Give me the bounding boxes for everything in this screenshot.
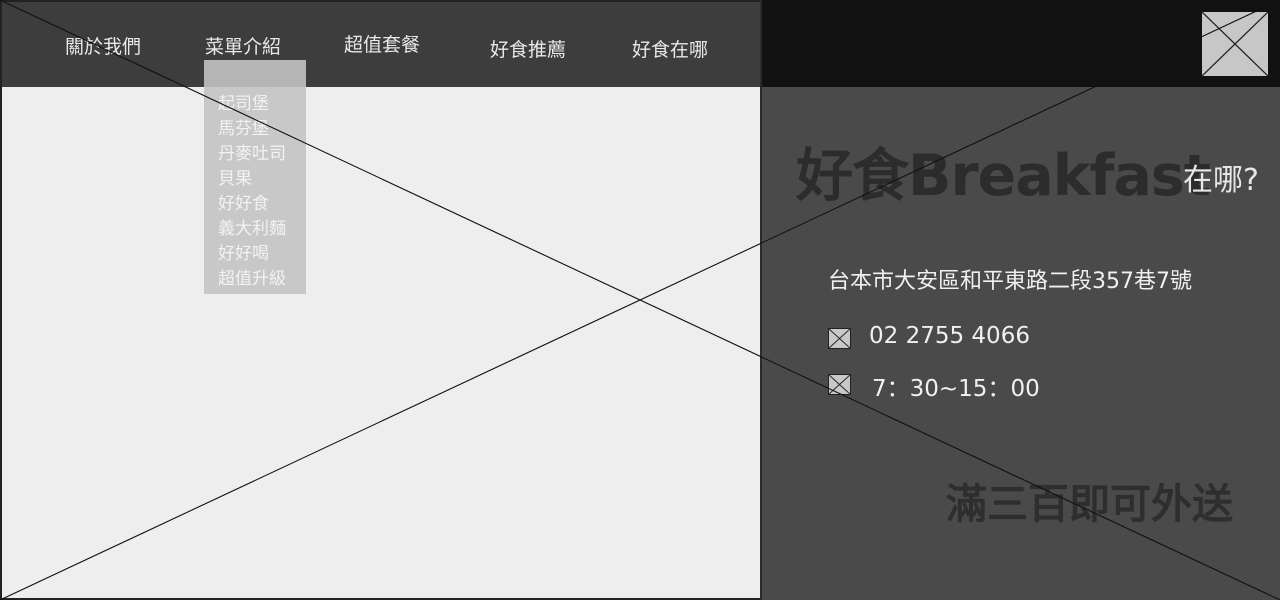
- map-placeholder[interactable]: [0, 0, 760, 600]
- nav-item-combos[interactable]: 超值套餐: [344, 30, 420, 57]
- store-address: 台本市大安區和平東路二段357巷7號: [828, 269, 1192, 294]
- page-frame: 關於我們 菜單介紹 超值套餐 好食推薦 好食在哪 起司堡 馬芬堡 丹麥吐司 貝果…: [0, 0, 1280, 600]
- location-title: 好食Breakfast: [796, 143, 1211, 209]
- nav-item-location[interactable]: 好食在哪: [632, 35, 708, 62]
- placeholder-cross-icon: [1201, 11, 1269, 77]
- dropdown-item-danish-toast[interactable]: 丹麥吐司: [218, 139, 286, 164]
- dropdown-item-good-food[interactable]: 好好食: [218, 189, 269, 214]
- phone-icon: [828, 328, 851, 349]
- dropdown-item-upgrade[interactable]: 超值升級: [218, 264, 286, 289]
- nav-item-about[interactable]: 關於我們: [65, 32, 141, 59]
- nav-item-recommend[interactable]: 好食推薦: [490, 35, 566, 62]
- dropdown-item-pasta[interactable]: 義大利麵: [218, 214, 286, 239]
- dropdown-item-bagel[interactable]: 貝果: [218, 164, 252, 189]
- clock-icon: [828, 374, 851, 395]
- dropdown-item-cheeseburger[interactable]: 起司堡: [218, 89, 269, 114]
- top-nav: 關於我們 菜單介紹 超值套餐 好食推薦 好食在哪: [0, 0, 760, 87]
- dropdown-item-drinks[interactable]: 好好喝: [218, 239, 269, 264]
- dropdown-header: [204, 60, 306, 87]
- dropdown-item-muffin[interactable]: 馬芬堡: [218, 114, 269, 139]
- close-icon[interactable]: [1200, 10, 1270, 78]
- nav-item-menu[interactable]: 菜單介紹: [205, 32, 281, 59]
- delivery-notice: 滿三百即可外送: [946, 480, 1233, 528]
- phone-number[interactable]: 02 2755 4066: [869, 323, 1030, 349]
- menu-dropdown: 起司堡 馬芬堡 丹麥吐司 貝果 好好食 義大利麵 好好喝 超值升級: [204, 60, 306, 294]
- location-title-suffix: 在哪?: [1183, 163, 1259, 198]
- opening-hours: 7：30~15：00: [872, 376, 1040, 402]
